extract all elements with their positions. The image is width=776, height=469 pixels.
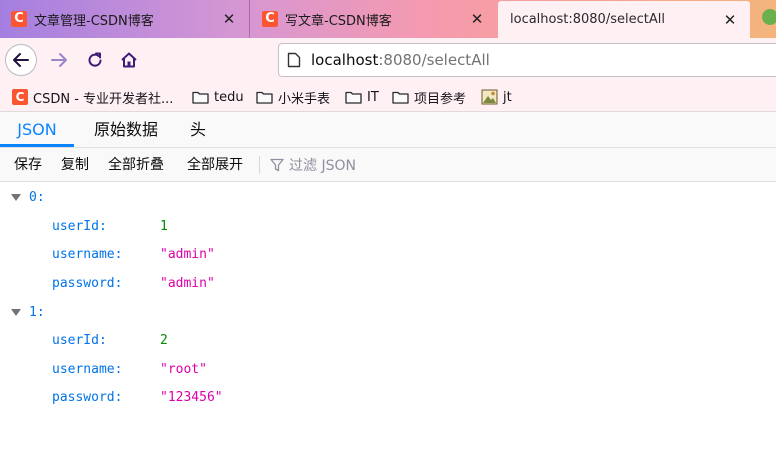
folder-icon xyxy=(345,91,362,104)
reload-button[interactable] xyxy=(80,45,110,75)
tab-select-all[interactable]: localhost:8080/selectAll ✕ xyxy=(498,1,750,38)
tab-raw-data[interactable]: 原始数据 xyxy=(80,112,172,147)
bookmark-csdn[interactable]: C CSDN - 专业开发者社... xyxy=(12,88,174,107)
json-string-value: "admin" xyxy=(160,247,215,262)
bookmark-label: IT xyxy=(367,89,379,105)
bookmark-folder-tedu[interactable]: tedu xyxy=(192,88,244,106)
json-string-value: "admin" xyxy=(160,276,215,291)
array-index: 1: xyxy=(29,305,45,320)
json-row-index-1[interactable]: 1: xyxy=(0,299,776,327)
expand-all-button[interactable]: 全部展开 xyxy=(187,148,243,182)
json-row[interactable]: username: "admin" xyxy=(0,241,776,269)
reload-icon xyxy=(88,52,102,67)
json-key: userId: xyxy=(52,333,107,348)
bookmark-folder-mi-watch[interactable]: 小米手表 xyxy=(256,88,331,107)
json-key: username: xyxy=(52,362,123,377)
tab-article-management[interactable]: C 文章管理-CSDN博客 ✕ xyxy=(0,0,250,38)
folder-icon xyxy=(256,91,273,104)
json-row[interactable]: password: "admin" xyxy=(0,270,776,298)
json-viewer-tabs: JSON 原始数据 头 xyxy=(0,112,776,148)
filter-json-input[interactable]: 过滤 JSON xyxy=(270,148,356,182)
copy-button[interactable]: 复制 xyxy=(61,148,89,182)
page-icon xyxy=(287,52,301,68)
filter-icon xyxy=(270,158,284,172)
json-row[interactable]: password: "123456" xyxy=(0,384,776,412)
csdn-favicon-icon: C xyxy=(12,89,28,105)
url-path: :8080/selectAll xyxy=(378,51,490,69)
json-number-value: 1 xyxy=(160,219,168,234)
selected-tab-indicator xyxy=(0,144,74,147)
close-tab-icon[interactable]: ✕ xyxy=(221,11,237,27)
arrow-left-icon xyxy=(13,53,29,67)
json-row-index-0[interactable]: 0: xyxy=(0,184,776,212)
back-button[interactable] xyxy=(5,44,37,76)
json-toolbar: 保存 复制 全部折叠 全部展开 过滤 JSON xyxy=(0,148,776,182)
tab-headers[interactable]: 头 xyxy=(180,112,216,147)
folder-icon xyxy=(192,91,209,104)
bookmark-label: 小米手表 xyxy=(278,91,331,107)
close-tab-icon[interactable]: ✕ xyxy=(722,12,738,28)
toolbar-divider xyxy=(259,156,260,174)
json-row[interactable]: userId: 1 xyxy=(0,213,776,241)
json-key: username: xyxy=(52,247,123,262)
json-string-value: "123456" xyxy=(160,390,223,405)
filter-placeholder: 过滤 JSON xyxy=(289,158,356,174)
csdn-favicon-icon: C xyxy=(262,11,278,27)
bookmark-jt[interactable]: jt xyxy=(481,88,512,106)
tab-partial[interactable] xyxy=(752,0,776,38)
json-key: password: xyxy=(52,276,123,291)
bookmark-label: CSDN - 专业开发者社... xyxy=(33,91,174,107)
home-icon xyxy=(121,52,137,68)
bookmark-label: jt xyxy=(503,89,512,105)
bookmark-label: tedu xyxy=(214,89,244,105)
tab-title: 文章管理-CSDN博客 xyxy=(34,13,154,29)
save-button[interactable]: 保存 xyxy=(14,148,42,182)
tab-strip: C 文章管理-CSDN博客 ✕ C 写文章-CSDN博客 ✕ localhost… xyxy=(0,0,776,38)
bookmark-label: 项目参考 xyxy=(414,91,467,107)
array-index: 0: xyxy=(29,190,45,205)
tab-title: localhost:8080/selectAll xyxy=(510,12,665,27)
json-row[interactable]: userId: 2 xyxy=(0,327,776,355)
json-key: password: xyxy=(52,390,123,405)
bookmark-folder-it[interactable]: IT xyxy=(345,88,379,106)
tab-json[interactable]: JSON xyxy=(0,112,74,147)
json-key: userId: xyxy=(52,219,107,234)
home-button[interactable] xyxy=(114,45,144,75)
url-host: localhost xyxy=(311,51,379,69)
arrow-right-icon xyxy=(51,53,67,67)
forward-button[interactable] xyxy=(44,45,74,75)
collapse-all-button[interactable]: 全部折叠 xyxy=(108,148,164,182)
csdn-favicon-icon: C xyxy=(11,11,27,27)
expanded-arrow-icon[interactable] xyxy=(11,309,21,316)
image-icon xyxy=(481,89,498,105)
json-row[interactable]: username: "root" xyxy=(0,356,776,384)
bookmark-folder-project-reference[interactable]: 项目参考 xyxy=(392,88,467,107)
navigation-toolbar: localhost:8080/selectAll xyxy=(0,38,776,82)
tab-write-article[interactable]: C 写文章-CSDN博客 ✕ xyxy=(251,0,497,38)
json-string-value: "root" xyxy=(160,362,207,377)
folder-icon xyxy=(392,91,409,104)
leaf-icon xyxy=(762,9,776,25)
close-tab-icon[interactable]: ✕ xyxy=(469,11,485,27)
expanded-arrow-icon[interactable] xyxy=(11,194,21,201)
tab-title: 写文章-CSDN博客 xyxy=(285,13,392,29)
address-bar[interactable]: localhost:8080/selectAll xyxy=(278,43,776,77)
json-number-value: 2 xyxy=(160,333,168,348)
bookmarks-toolbar: C CSDN - 专业开发者社... tedu 小米手表 IT 项目参考 jt xyxy=(0,82,776,112)
